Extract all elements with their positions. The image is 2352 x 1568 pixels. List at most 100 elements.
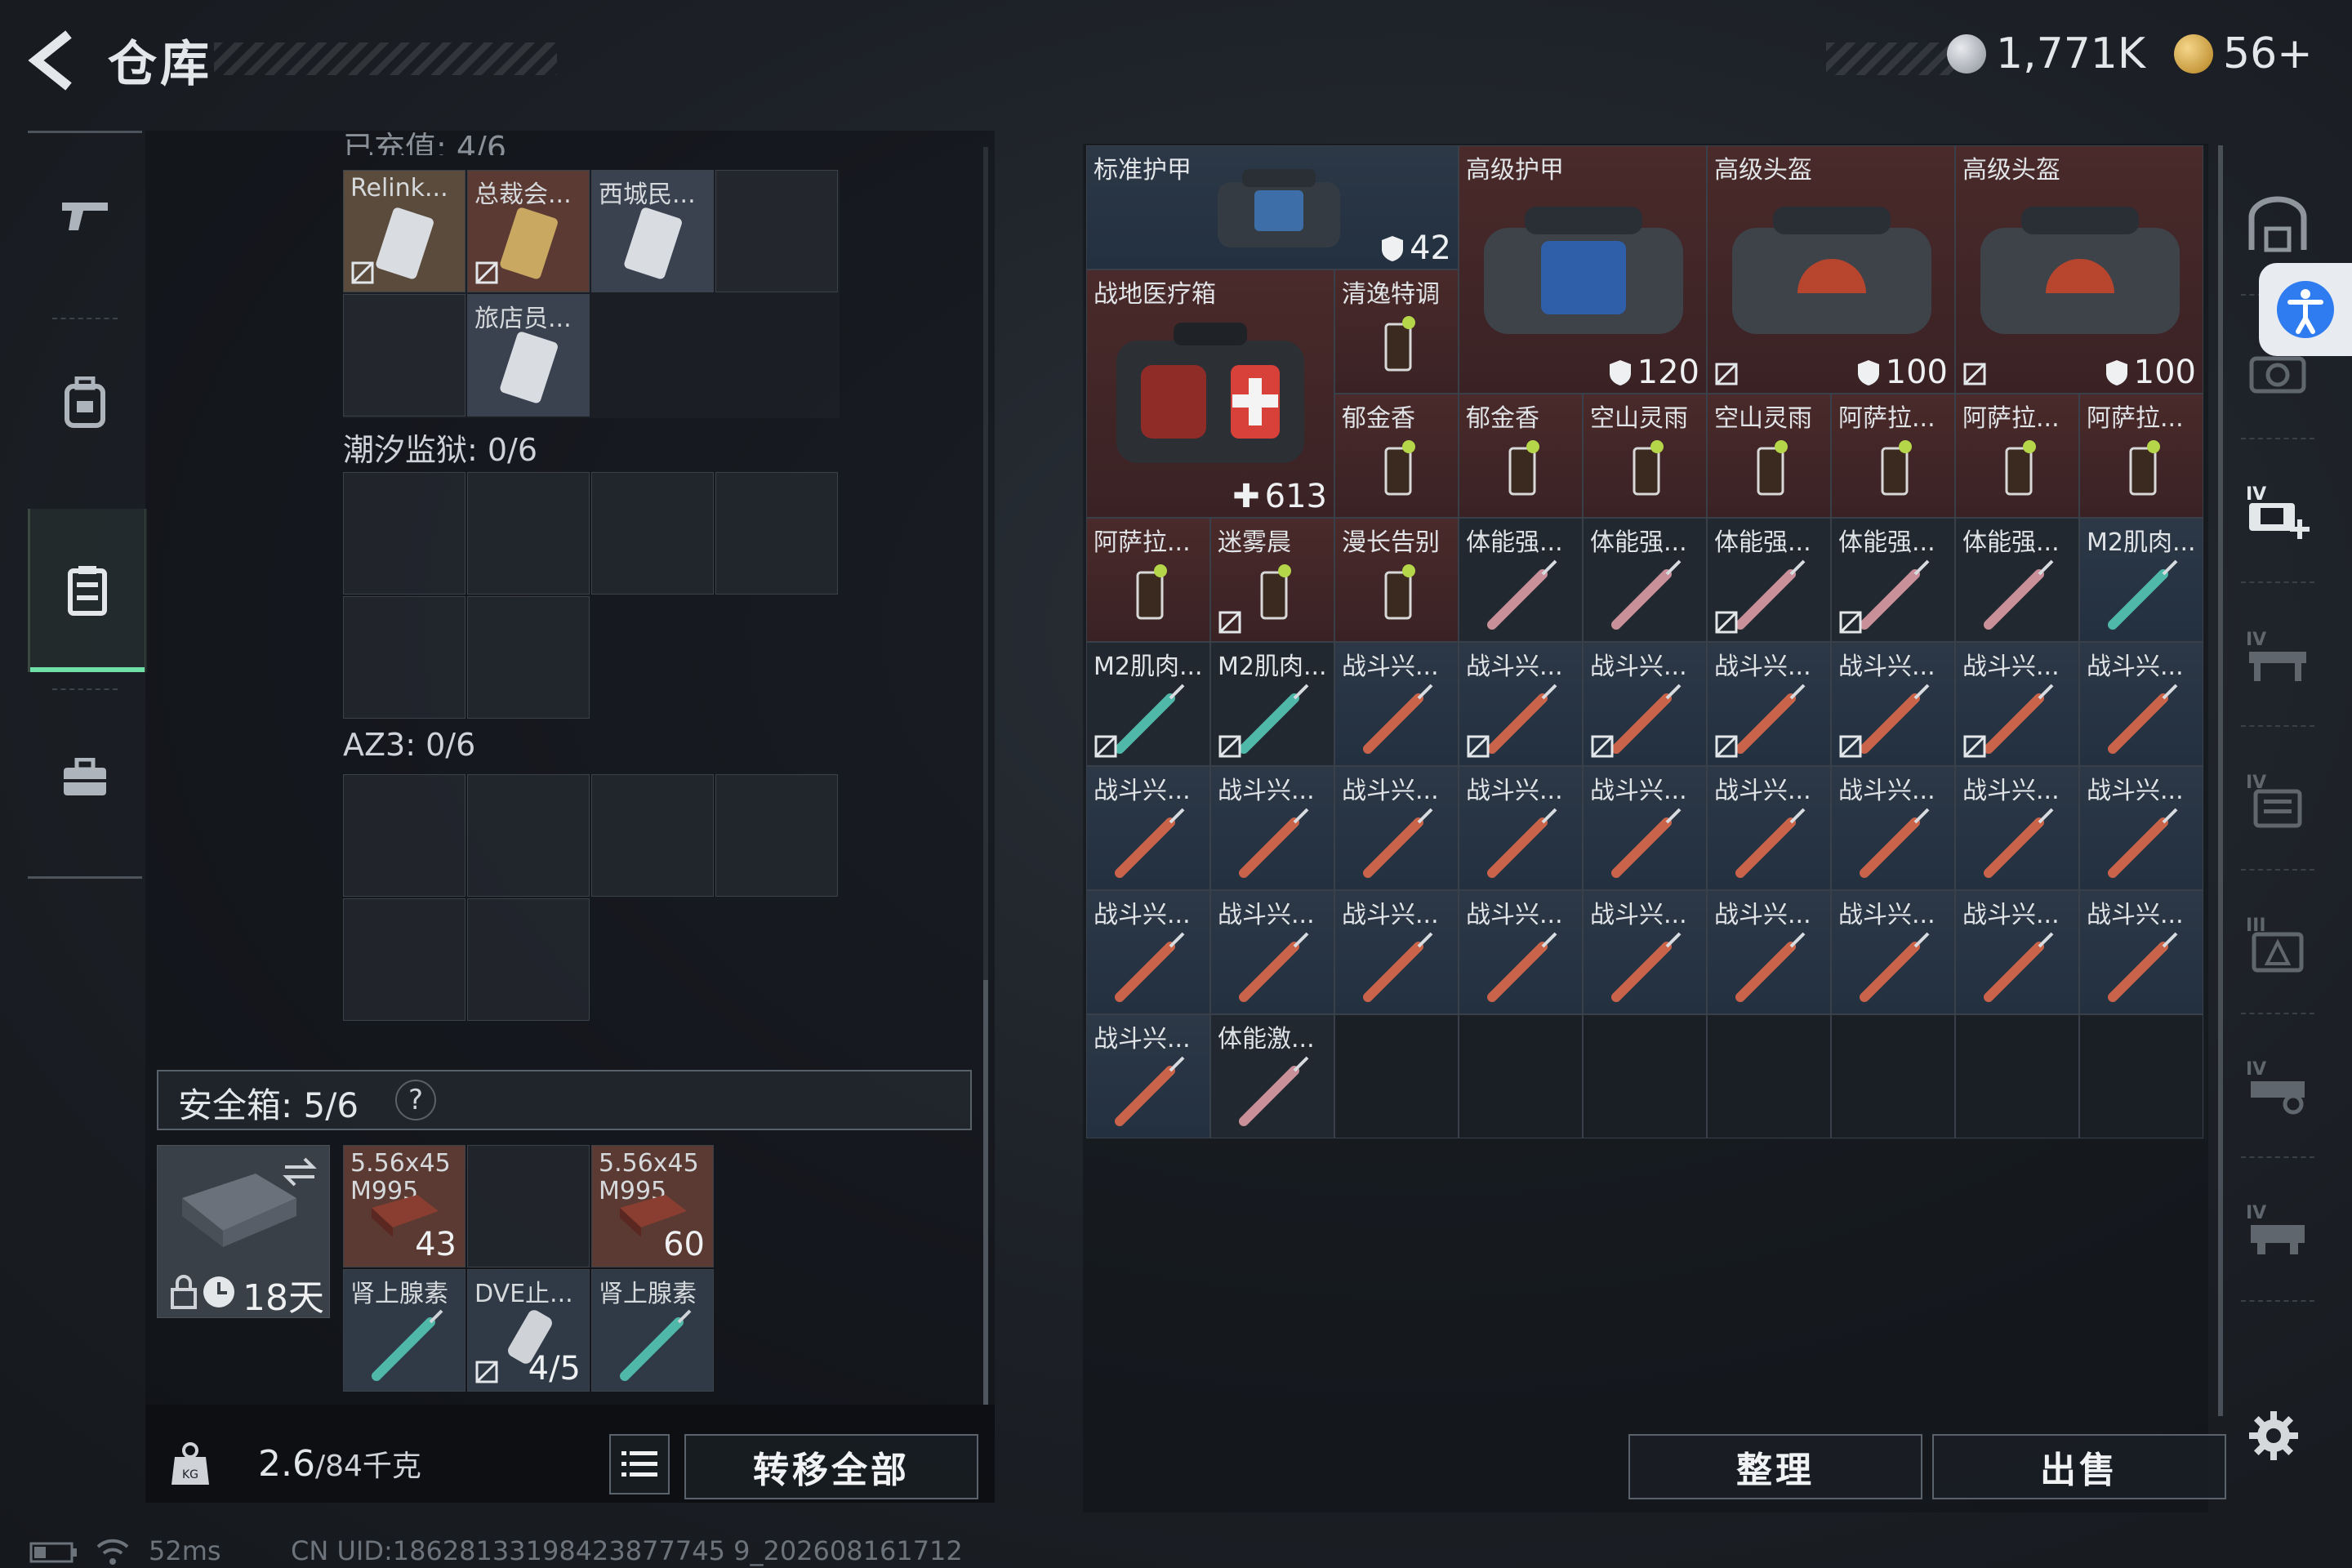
inventory-item[interactable]: 战斗兴...: [1955, 890, 2079, 1014]
storage-tab-workbench[interactable]: IV: [2225, 586, 2331, 725]
adrenaline-item[interactable]: 肾上腺素: [343, 1269, 466, 1392]
keycard-item[interactable]: 总裁会...: [467, 170, 590, 292]
inventory-item[interactable]: 战斗兴...: [1086, 890, 1210, 1014]
inventory-item[interactable]: 战斗兴...: [1210, 766, 1334, 890]
inventory-item[interactable]: 战斗兴...: [1334, 890, 1459, 1014]
empty-slot[interactable]: [467, 774, 590, 897]
inventory-item[interactable]: 战斗兴...: [2079, 766, 2203, 890]
list-view-button[interactable]: [609, 1434, 670, 1494]
inventory-item[interactable]: 空山灵雨: [1707, 394, 1831, 518]
storage-tab-add[interactable]: IV: [2225, 443, 2331, 581]
empty-slot[interactable]: [1955, 1014, 2079, 1138]
back-arrow-icon[interactable]: [26, 28, 83, 93]
empty-slot[interactable]: [2079, 1014, 2203, 1138]
storage-tab-vehicle[interactable]: IV: [2225, 1161, 2331, 1300]
empty-slot[interactable]: [715, 774, 838, 897]
inventory-item[interactable]: 战斗兴...: [1086, 1014, 1210, 1138]
inventory-item[interactable]: 战斗兴...: [1955, 642, 2079, 766]
empty-slot[interactable]: [591, 472, 714, 595]
empty-slot[interactable]: [715, 170, 838, 292]
inventory-item[interactable]: 迷雾晨: [1210, 518, 1334, 642]
inventory-item[interactable]: M2肌肉...: [1210, 642, 1334, 766]
empty-slot[interactable]: [1583, 1014, 1707, 1138]
empty-slot[interactable]: [467, 472, 590, 595]
container-scrollbar[interactable]: [2218, 145, 2223, 1416]
inventory-item[interactable]: 战斗兴...: [1583, 642, 1707, 766]
inventory-item[interactable]: 清逸特调: [1334, 270, 1459, 394]
inventory-item[interactable]: 体能强...: [1459, 518, 1583, 642]
inventory-item[interactable]: 战斗兴...: [1459, 642, 1583, 766]
inventory-item[interactable]: 战斗兴...: [1707, 766, 1831, 890]
inventory-item[interactable]: 战斗兴...: [1459, 890, 1583, 1014]
empty-slot[interactable]: [1831, 1014, 1955, 1138]
help-icon[interactable]: ?: [395, 1080, 436, 1120]
settings-gear-icon[interactable]: [2247, 1410, 2300, 1462]
empty-slot[interactable]: [467, 596, 590, 719]
inventory-item[interactable]: 郁金香: [1459, 394, 1583, 518]
empty-slot[interactable]: [343, 898, 466, 1021]
empty-slot[interactable]: [715, 472, 838, 595]
inventory-item[interactable]: 战斗兴...: [1583, 890, 1707, 1014]
inventory-item[interactable]: M2肌肉...: [1086, 642, 1210, 766]
empty-slot[interactable]: [1707, 1014, 1831, 1138]
adrenaline-item[interactable]: 肾上腺素: [591, 1269, 714, 1392]
inventory-item[interactable]: 阿萨拉...: [1086, 518, 1210, 642]
inventory-item[interactable]: 战斗兴...: [1831, 890, 1955, 1014]
inventory-item[interactable]: 阿萨拉...: [2079, 394, 2203, 518]
transfer-all-button[interactable]: 转移全部: [684, 1434, 978, 1499]
inventory-item[interactable]: 体能强...: [1955, 518, 2079, 642]
inventory-item[interactable]: 战斗兴...: [1583, 766, 1707, 890]
sort-button[interactable]: 整理: [1628, 1434, 1922, 1499]
inventory-item[interactable]: 体能激...: [1210, 1014, 1334, 1138]
inventory-item[interactable]: 战斗兴...: [2079, 890, 2203, 1014]
silver-currency[interactable]: 1,771K: [1947, 29, 2145, 78]
storage-tab-files[interactable]: IV: [2225, 730, 2331, 869]
inventory-item[interactable]: 体能强...: [1707, 518, 1831, 642]
empty-slot[interactable]: [467, 898, 590, 1021]
empty-slot[interactable]: [467, 1145, 590, 1267]
inventory-item[interactable]: 空山灵雨: [1583, 394, 1707, 518]
storage-scroll-thumb[interactable]: [983, 980, 988, 1405]
nav-backpack[interactable]: [28, 321, 142, 484]
inventory-item[interactable]: 战斗兴...: [1831, 766, 1955, 890]
inventory-item[interactable]: 漫长告别: [1334, 518, 1459, 642]
inventory-item[interactable]: 战斗兴...: [1086, 766, 1210, 890]
inventory-item[interactable]: 体能强...: [1583, 518, 1707, 642]
armor-item-standard[interactable]: 标准护甲 42: [1086, 145, 1459, 270]
inventory-item[interactable]: 体能强...: [1831, 518, 1955, 642]
nav-container[interactable]: [28, 509, 147, 672]
keycard-item[interactable]: 西城民...: [591, 170, 714, 292]
empty-slot[interactable]: [343, 774, 466, 897]
helmet-item[interactable]: 高级头盔 100: [1707, 145, 1955, 394]
inventory-item[interactable]: 战斗兴...: [1707, 642, 1831, 766]
empty-slot[interactable]: [343, 596, 466, 719]
inventory-item[interactable]: 战斗兴...: [1955, 766, 2079, 890]
inventory-item[interactable]: 阿萨拉...: [1955, 394, 2079, 518]
dve-item[interactable]: DVE止... 4/5: [467, 1269, 590, 1392]
storage-tab-armory[interactable]: IV: [2225, 1018, 2331, 1156]
nav-weapon[interactable]: [28, 133, 142, 296]
ammo-item[interactable]: 5.56x45 M995 43: [343, 1145, 466, 1267]
inventory-item[interactable]: 战斗兴...: [1334, 766, 1459, 890]
ammo-item[interactable]: 5.56x45 M995 60: [591, 1145, 714, 1267]
accessibility-button[interactable]: [2259, 263, 2352, 356]
armor-item-high[interactable]: 高级护甲 120: [1459, 145, 1707, 394]
inventory-item[interactable]: 战斗兴...: [1831, 642, 1955, 766]
storage-tab-lab[interactable]: III: [2225, 874, 2331, 1013]
inventory-item[interactable]: 战斗兴...: [1210, 890, 1334, 1014]
swap-icon[interactable]: [280, 1156, 319, 1188]
safebox-case[interactable]: 18天: [157, 1145, 330, 1319]
empty-slot[interactable]: [343, 472, 466, 595]
keycard-item[interactable]: Relink...: [343, 170, 466, 292]
keycard-item[interactable]: 旅店员...: [467, 294, 590, 416]
empty-slot[interactable]: [343, 294, 466, 416]
empty-slot[interactable]: [591, 774, 714, 897]
inventory-item[interactable]: M2肌肉...: [2079, 518, 2203, 642]
inventory-item[interactable]: 郁金香: [1334, 394, 1459, 518]
helmet-item[interactable]: 高级头盔 100: [1955, 145, 2203, 394]
nav-toolbox[interactable]: [28, 697, 142, 860]
gold-currency[interactable]: 56+: [2174, 29, 2313, 78]
inventory-item[interactable]: 战斗兴...: [1334, 642, 1459, 766]
medkit-item[interactable]: 战地医疗箱 ✚ 613: [1086, 270, 1334, 518]
empty-slot[interactable]: [1334, 1014, 1459, 1138]
